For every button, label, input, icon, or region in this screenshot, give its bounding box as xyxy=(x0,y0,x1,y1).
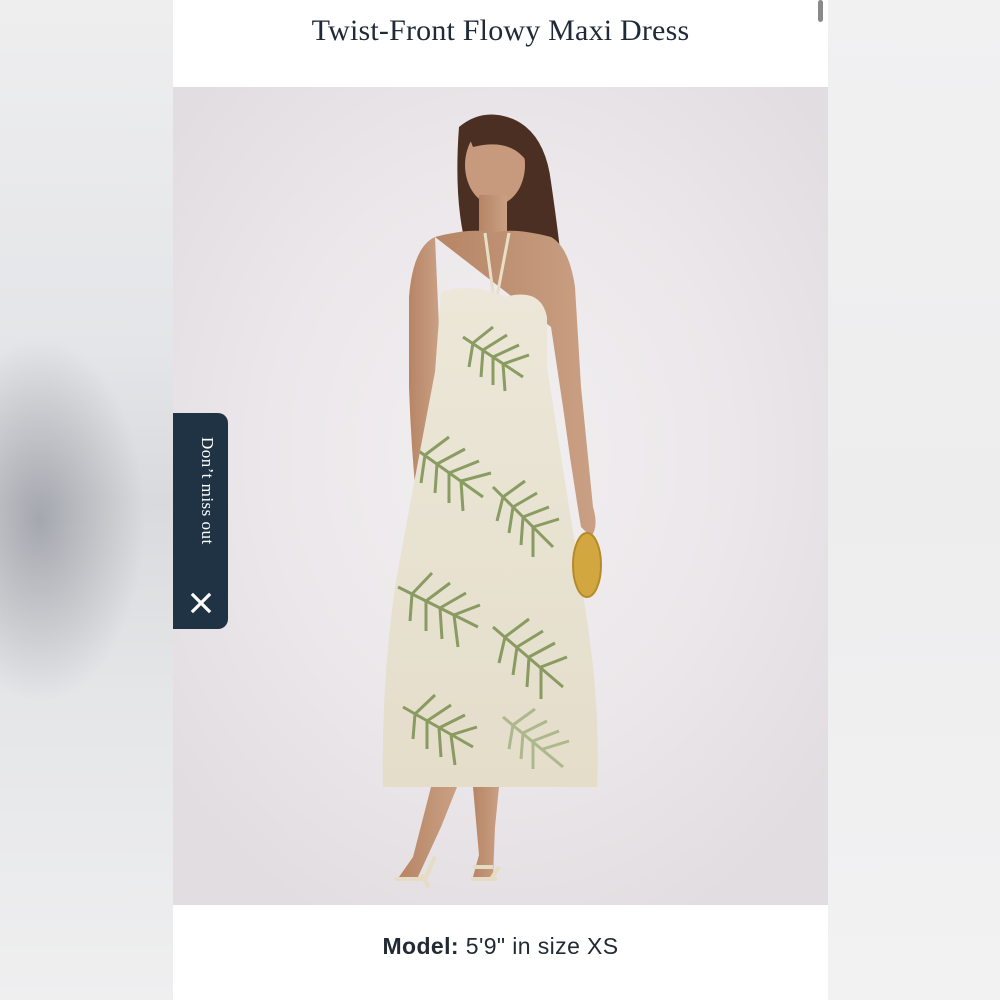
blurred-backdrop-left xyxy=(0,0,173,1000)
promo-tab-label: Don’t miss out xyxy=(198,437,217,545)
gold-clutch xyxy=(572,532,602,598)
product-title: Twist-Front Flowy Maxi Dress xyxy=(311,14,690,47)
product-image[interactable] xyxy=(173,87,828,905)
model-info-label: Model: xyxy=(382,933,459,959)
promo-tab[interactable]: Don’t miss out xyxy=(173,413,228,629)
scrollbar-thumb[interactable] xyxy=(818,0,823,22)
blurred-backdrop-right xyxy=(828,0,1000,1000)
model-info: Model: 5'9" in size XS xyxy=(173,933,828,960)
close-icon[interactable] xyxy=(189,591,213,615)
model-info-value: 5'9" in size XS xyxy=(465,933,619,959)
